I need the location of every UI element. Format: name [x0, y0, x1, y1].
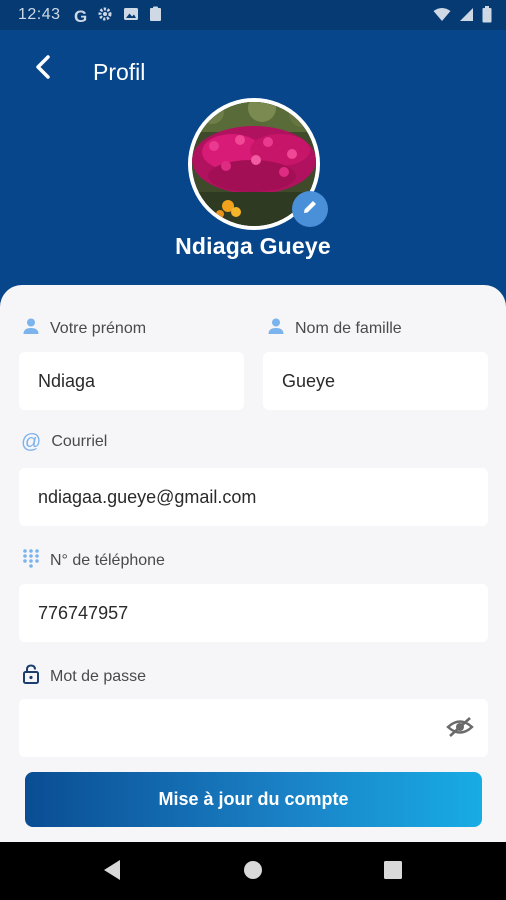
person-icon [267, 317, 285, 340]
profile-form-card: Votre prénom Ndiaga Nom de famille Gueye… [0, 285, 506, 842]
lock-icon [22, 664, 40, 689]
avatar-container [188, 98, 328, 230]
profile-username: Ndiaga Gueye [175, 233, 331, 259]
home-circle-icon[interactable] [243, 860, 263, 885]
google-icon: G [74, 6, 88, 26]
person-icon [22, 317, 40, 340]
password-label: Mot de passe [22, 664, 146, 689]
navigation-bar [0, 842, 506, 900]
clipboard-icon [149, 6, 162, 27]
recents-square-icon[interactable] [384, 861, 402, 884]
edit-avatar-button[interactable] [292, 191, 328, 227]
gear-icon [97, 6, 113, 27]
status-time: 12:43 [18, 6, 61, 23]
dialpad-icon [22, 548, 40, 573]
last-name-label: Nom de famille [267, 317, 402, 340]
profile-header: Profil Ndiaga Gueye [0, 30, 506, 290]
status-bar: 12:43 G [0, 0, 506, 30]
email-label: @ Courriel [21, 431, 108, 453]
page-title: Profil [93, 59, 146, 85]
first-name-field[interactable]: Ndiaga [19, 352, 244, 410]
wifi-icon [433, 7, 451, 27]
phone-label: N° de téléphone [22, 548, 165, 573]
chevron-left-icon [34, 54, 52, 85]
at-icon: @ [21, 431, 42, 453]
first-name-label: Votre prénom [22, 317, 146, 340]
signal-icon [459, 7, 474, 27]
battery-icon [482, 6, 492, 28]
image-icon [123, 7, 139, 26]
back-button[interactable] [26, 52, 60, 86]
update-account-button[interactable]: Mise à jour du compte [25, 772, 482, 827]
pencil-icon [301, 198, 319, 221]
eye-off-icon[interactable] [446, 715, 474, 744]
back-triangle-icon[interactable] [102, 859, 122, 886]
password-field[interactable] [19, 699, 488, 757]
phone-field[interactable]: 776747957 [19, 584, 488, 642]
email-field[interactable]: ndiagaa.gueye@gmail.com [19, 468, 488, 526]
last-name-field[interactable]: Gueye [263, 352, 488, 410]
